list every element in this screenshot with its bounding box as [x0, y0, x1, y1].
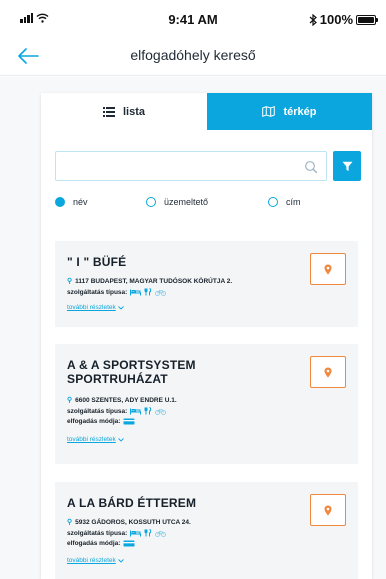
more-details-link[interactable]: további részletek: [67, 557, 124, 564]
more-details-link[interactable]: további részletek: [67, 436, 124, 443]
payment-method-label: elfogadás módja:: [67, 540, 121, 547]
result-address: 5932 GÁDOROS, KOSSUTH UTCA 24.: [75, 518, 191, 526]
map-icon: [262, 106, 276, 117]
search-input[interactable]: [62, 156, 292, 178]
more-details-label: további részletek: [67, 436, 116, 443]
tab-list-label: lista: [122, 105, 145, 118]
search-icon[interactable]: [304, 160, 318, 174]
result-address-line: ⚲ 1117 BUDAPEST, MAGYAR TUDÓSOK KÖRÚTJA …: [67, 277, 233, 286]
radio-label: cím: [286, 197, 301, 207]
bluetooth-icon: [309, 13, 317, 26]
service-type-label: szolgáltatás típusa:: [67, 529, 128, 537]
list-icon: [102, 106, 115, 117]
show-on-map-button[interactable]: [310, 356, 346, 388]
radio-indicator: [55, 197, 65, 207]
tab-list[interactable]: lista: [41, 93, 207, 130]
search-mode-radios: név üzemeltető cím: [55, 197, 365, 213]
radio-name[interactable]: név: [55, 197, 88, 207]
accommodation-icon: [130, 530, 142, 536]
restaurant-icon: [144, 529, 152, 537]
restaurant-icon: [144, 288, 152, 296]
more-details-link[interactable]: további részletek: [67, 304, 124, 311]
filter-icon: [342, 161, 352, 171]
filter-button[interactable]: [333, 151, 361, 181]
accommodation-icon: [130, 289, 142, 295]
show-on-map-button[interactable]: [310, 253, 346, 285]
radio-address[interactable]: cím: [268, 197, 301, 207]
location-icon: ⚲: [67, 519, 73, 526]
chevron-down-icon: [117, 305, 124, 310]
app-header: elfogadóhely kereső: [0, 36, 386, 76]
status-bar: 9:41 AM 100%: [0, 0, 386, 36]
page-title: elfogadóhely kereső: [130, 47, 256, 63]
bicycle-icon: [155, 289, 167, 296]
radio-label: üzemeltető: [164, 197, 209, 207]
more-details-label: további részletek: [67, 304, 116, 311]
map-pin-icon: [324, 505, 332, 515]
radio-indicator: [146, 197, 156, 207]
result-title: A & A SPORTSYSTEM SPORTRUHÁZAT: [67, 358, 196, 386]
result-address-line: ⚲ 6600 SZENTES, ADY ENDRE U.1.: [67, 396, 177, 405]
service-type-line: szolgáltatás típusa:: [67, 529, 167, 537]
result-address-line: ⚲ 5932 GÁDOROS, KOSSUTH UTCA 24.: [67, 518, 191, 527]
result-card[interactable]: A LA BÁRD ÉTTEREM ⚲ 5932 GÁDOROS, KOSSUT…: [55, 482, 358, 579]
result-address: 6600 SZENTES, ADY ENDRE U.1.: [75, 396, 177, 404]
result-address: 1117 BUDAPEST, MAGYAR TUDÓSOK KÖRÚTJA 2.: [75, 277, 233, 285]
tab-map[interactable]: térkép: [207, 93, 372, 130]
service-type-line: szolgáltatás típusa:: [67, 407, 167, 415]
accommodation-icon: [130, 408, 142, 414]
bicycle-icon: [155, 530, 167, 537]
service-type-label: szolgáltatás típusa:: [67, 407, 128, 415]
map-pin-icon: [324, 367, 332, 377]
payment-method-line: elfogadás módja:: [67, 418, 135, 425]
location-icon: ⚲: [67, 278, 73, 285]
result-title: " I " BÜFÉ: [67, 255, 127, 269]
card-icon: [123, 418, 135, 425]
location-icon: ⚲: [67, 397, 73, 404]
card-icon: [123, 540, 135, 547]
more-details-label: további részletek: [67, 557, 116, 564]
result-card[interactable]: A & A SPORTSYSTEM SPORTRUHÁZAT ⚲ 6600 SZ…: [55, 344, 358, 464]
payment-method-label: elfogadás módja:: [67, 418, 121, 425]
battery-percent: 100%: [319, 12, 353, 27]
bicycle-icon: [155, 408, 167, 415]
service-type-line: szolgáltatás típusa:: [67, 288, 167, 296]
chevron-down-icon: [117, 437, 124, 442]
map-pin-icon: [324, 264, 332, 274]
radio-label: név: [73, 197, 88, 207]
search-panel: lista térkép név üzemeltető cím " I " BÜ…: [41, 93, 372, 579]
result-card[interactable]: " I " BÜFÉ ⚲ 1117 BUDAPEST, MAGYAR TUDÓS…: [55, 241, 358, 327]
show-on-map-button[interactable]: [310, 494, 346, 526]
battery-fill: [358, 16, 374, 23]
chevron-down-icon: [117, 558, 124, 563]
service-type-label: szolgáltatás típusa:: [67, 288, 128, 296]
tab-map-label: térkép: [283, 105, 317, 118]
radio-indicator: [268, 197, 278, 207]
payment-method-line: elfogadás módja:: [67, 540, 135, 547]
restaurant-icon: [144, 407, 152, 415]
result-title: A LA BÁRD ÉTTEREM: [67, 496, 197, 510]
battery-area: 100%: [309, 12, 378, 27]
search-box: [55, 151, 327, 181]
battery-icon: [356, 14, 378, 25]
radio-operator[interactable]: üzemeltető: [146, 197, 208, 207]
